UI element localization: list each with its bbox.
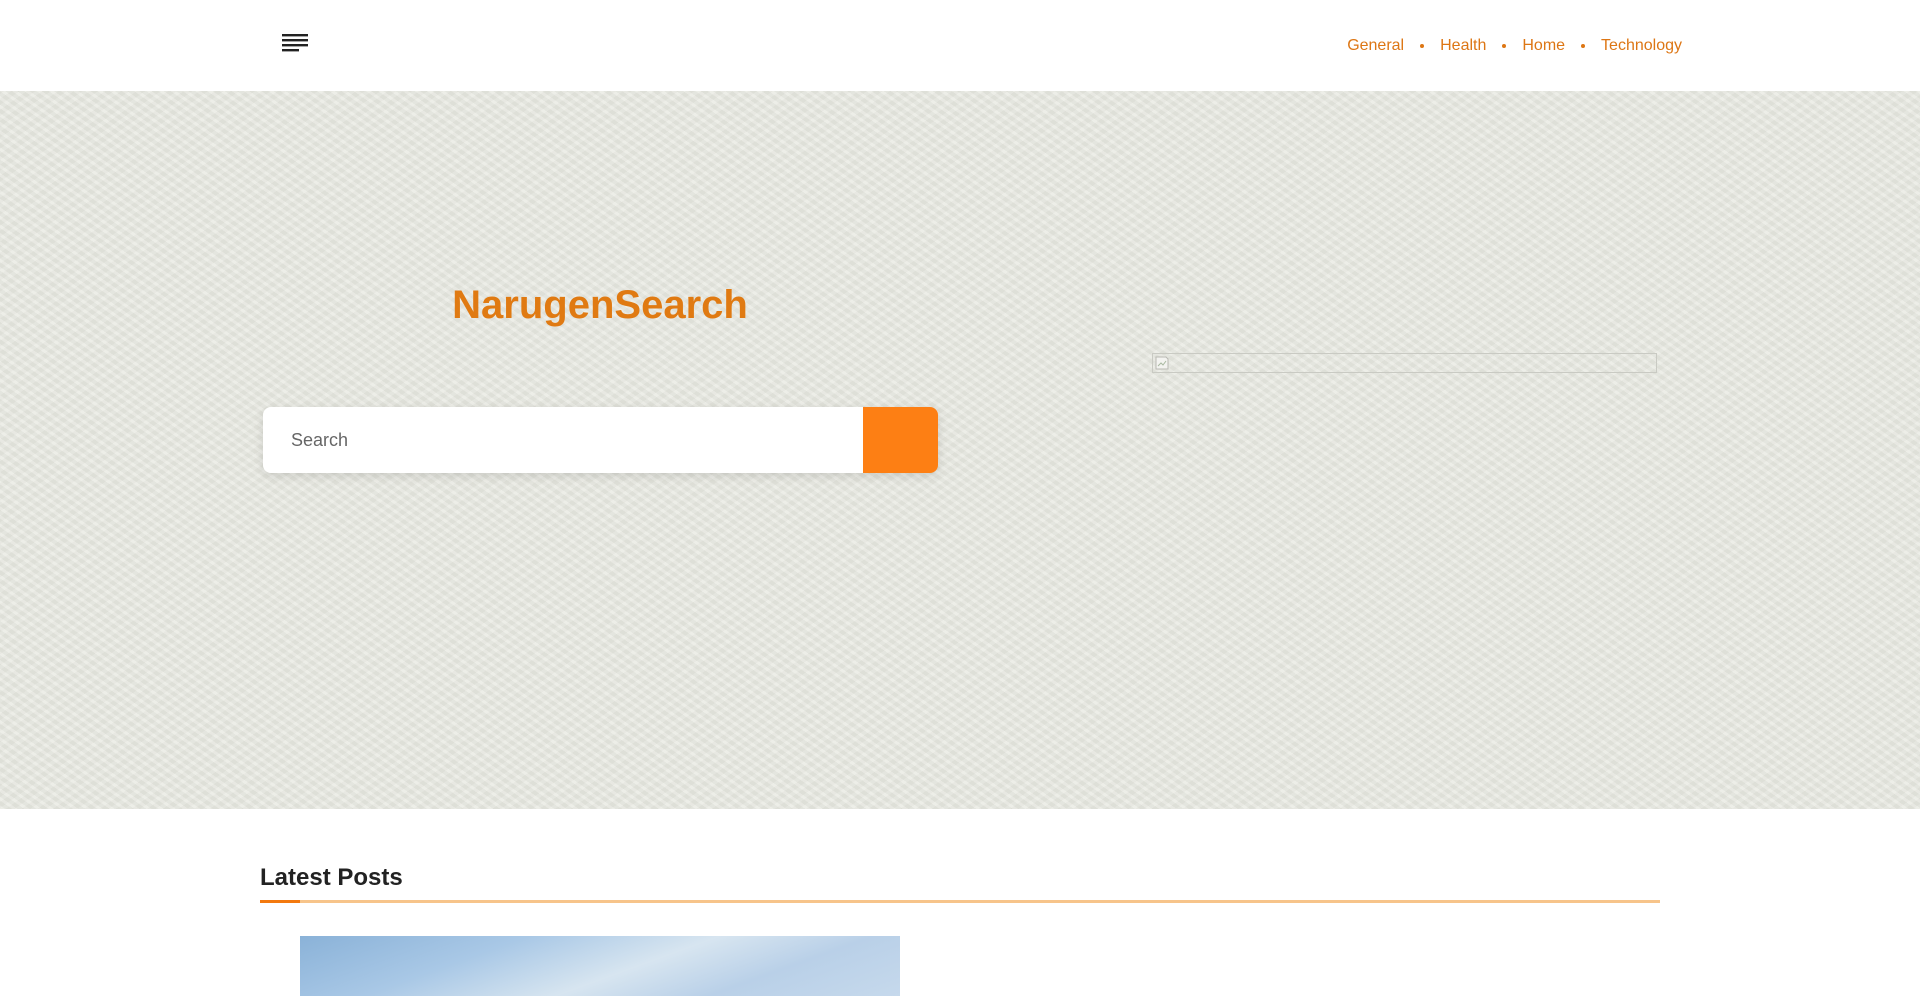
- search-form: [263, 407, 938, 473]
- hero-section: NarugenSearch: [0, 91, 1920, 809]
- main-nav: General Health Home Technology: [1347, 36, 1682, 56]
- search-input[interactable]: [263, 407, 863, 473]
- nav-separator: [1581, 44, 1586, 48]
- broken-image-icon: [1155, 356, 1169, 370]
- site-brand-title[interactable]: NarugenSearch: [262, 281, 938, 329]
- hamburger-menu-icon[interactable]: [280, 30, 312, 58]
- section-divider: [260, 900, 1660, 903]
- section-divider-accent: [260, 900, 300, 903]
- nav-separator: [1502, 44, 1507, 48]
- latest-posts-heading: Latest Posts: [260, 864, 403, 891]
- latest-posts-section: Latest Posts: [260, 860, 1660, 996]
- search-button[interactable]: [863, 407, 938, 473]
- nav-link-health[interactable]: Health: [1440, 36, 1486, 56]
- site-header: General Health Home Technology: [0, 0, 1920, 91]
- post-thumbnail-image[interactable]: [300, 936, 900, 996]
- nav-link-technology[interactable]: Technology: [1601, 36, 1682, 56]
- nav-link-general[interactable]: General: [1347, 36, 1404, 56]
- nav-link-home[interactable]: Home: [1522, 36, 1565, 56]
- nav-separator: [1420, 44, 1425, 48]
- hero-image-placeholder: [1152, 353, 1657, 373]
